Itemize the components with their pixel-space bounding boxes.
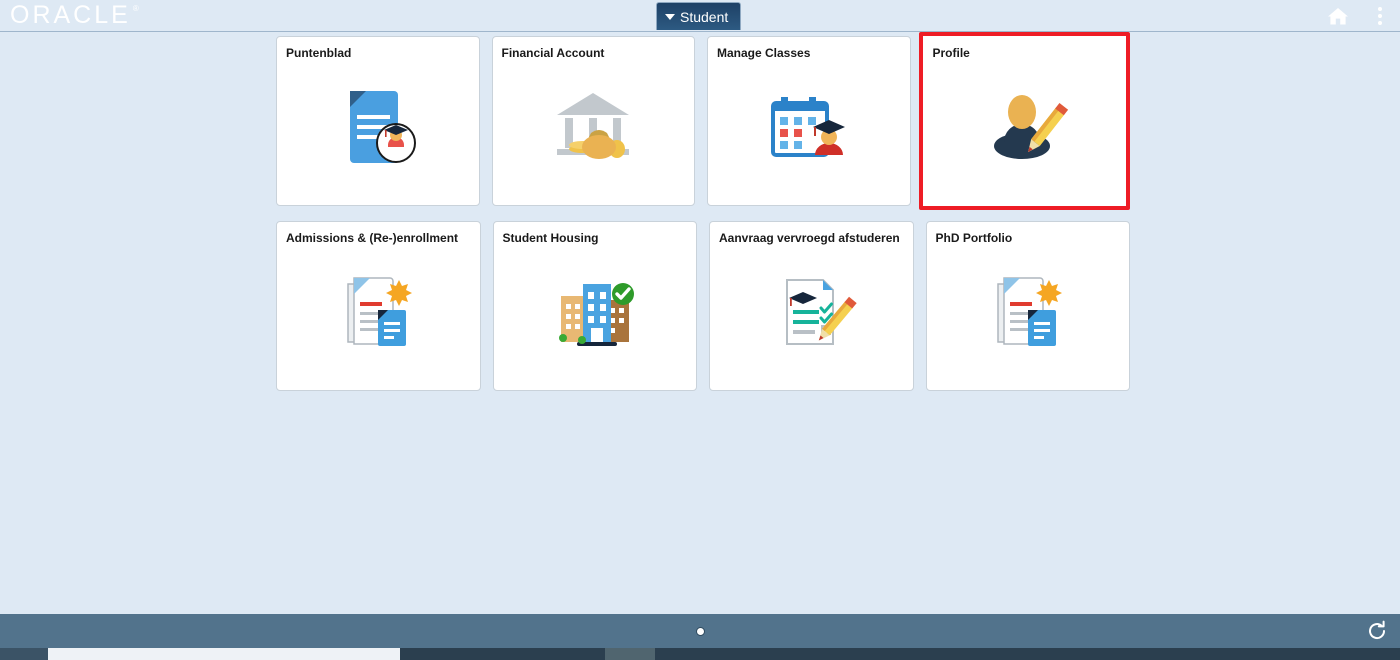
os-taskbar (0, 648, 1400, 660)
taskbar-segment (655, 648, 1400, 660)
tile-title: Student Housing (503, 231, 689, 245)
documents-star-icon (277, 256, 480, 366)
app-header: ORACLE ® Student (0, 0, 1400, 32)
nav-dropdown-label: Student (680, 9, 728, 25)
tile-title: Aanvraag vervroegd afstuderen (719, 231, 905, 245)
tile-title: Admissions & (Re-)enrollment (286, 231, 472, 245)
oracle-wordmark: ORACLE (10, 3, 131, 28)
tile-financial-account[interactable]: Financial Account (492, 36, 696, 206)
bottom-bar (0, 614, 1400, 648)
header-actions (1326, 0, 1392, 32)
chevron-down-icon (665, 14, 675, 20)
tile-title: Profile (933, 46, 1118, 60)
tile-profile[interactable]: Profile (919, 32, 1130, 210)
tile-row: Puntenblad Financial Account (276, 36, 1130, 210)
ellipsis-dots (1378, 7, 1382, 25)
taskbar-segment (0, 648, 48, 660)
tile-title: Puntenblad (286, 46, 471, 60)
taskbar-segment (605, 648, 655, 660)
registered-mark: ® (133, 5, 139, 13)
home-icon[interactable] (1326, 4, 1350, 28)
tile-puntenblad[interactable]: Puntenblad (276, 36, 480, 206)
tile-admissions-reenrollment[interactable]: Admissions & (Re-)enrollment (276, 221, 481, 391)
oracle-logo: ORACLE ® (10, 3, 139, 28)
tile-title: Financial Account (502, 46, 687, 60)
calendar-student-icon (708, 71, 910, 181)
page-dot-icon[interactable] (696, 627, 705, 636)
tile-grid: Puntenblad Financial Account (276, 36, 1130, 402)
tile-manage-classes[interactable]: Manage Classes (707, 36, 911, 206)
refresh-icon[interactable] (1366, 620, 1388, 642)
grade-sheet-icon (277, 71, 479, 181)
tile-title: Manage Classes (717, 46, 902, 60)
tile-student-housing[interactable]: Student Housing (493, 221, 698, 391)
vertical-ellipsis-icon[interactable] (1368, 4, 1392, 28)
taskbar-active-window[interactable] (48, 648, 400, 660)
tile-phd-portfolio[interactable]: PhD Portfolio (926, 221, 1131, 391)
diploma-checklist-icon (710, 256, 913, 366)
buildings-check-icon (494, 256, 697, 366)
bank-money-icon (493, 71, 695, 181)
person-pencil-icon (923, 70, 1126, 180)
tile-aanvraag-vervroegd-afstuderen[interactable]: Aanvraag vervroegd afstuderen (709, 221, 914, 391)
tile-title: PhD Portfolio (936, 231, 1122, 245)
documents-star-icon (927, 256, 1130, 366)
taskbar-segment (400, 648, 605, 660)
nav-dropdown-student[interactable]: Student (656, 2, 741, 30)
tile-row: Admissions & (Re-)enrollment (276, 221, 1130, 391)
